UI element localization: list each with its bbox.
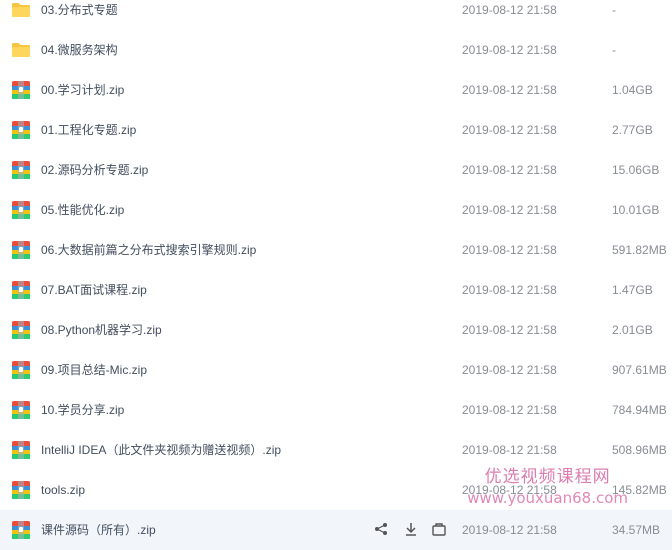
file-row[interactable]: 04.微服务架构 2019-08-12 21:58 - <box>0 30 672 70</box>
file-row[interactable]: 02.源码分析专题.zip 2019-08-12 21:58 15.06GB <box>0 150 672 190</box>
file-list: 03.分布式专题 2019-08-12 21:58 - 04.微服务架构 2019-08… <box>0 0 672 550</box>
file-name[interactable]: 01.工程化专题.zip <box>41 110 136 150</box>
file-size: - <box>612 3 616 17</box>
file-row[interactable]: 05.性能优化.zip 2019-08-12 21:58 10.01GB <box>0 190 672 230</box>
folder-icon <box>11 40 31 60</box>
file-date: 2019-08-12 21:58 <box>462 43 557 57</box>
file-date: 2019-08-12 21:58 <box>462 443 557 457</box>
file-name[interactable]: IntelliJ IDEA（此文件夹视频为赠送视频）.zip <box>41 430 281 470</box>
file-row[interactable]: IntelliJ IDEA（此文件夹视频为赠送视频）.zip 2019-08-12… <box>0 430 672 470</box>
file-date: 2019-08-12 21:58 <box>462 203 557 217</box>
zip-archive-icon <box>11 120 31 140</box>
file-name[interactable]: 02.源码分析专题.zip <box>41 150 148 190</box>
file-size: 2.01GB <box>612 323 653 337</box>
file-size: 145.82MB <box>612 483 667 497</box>
file-date: 2019-08-12 21:58 <box>462 523 557 537</box>
file-row[interactable]: 01.工程化专题.zip 2019-08-12 21:58 2.77GB <box>0 110 672 150</box>
file-name[interactable]: 08.Python机器学习.zip <box>41 310 162 350</box>
file-row[interactable]: 09.项目总结-Mic.zip 2019-08-12 21:58 907.61MB <box>0 350 672 390</box>
folder-icon <box>11 0 31 20</box>
file-date: 2019-08-12 21:58 <box>462 323 557 337</box>
file-date: 2019-08-12 21:58 <box>462 123 557 137</box>
file-size: 591.82MB <box>612 243 667 257</box>
file-size: 508.96MB <box>612 443 667 457</box>
file-date: 2019-08-12 21:58 <box>462 403 557 417</box>
file-date: 2019-08-12 21:58 <box>462 483 557 497</box>
file-name[interactable]: 03.分布式专题 <box>41 0 118 30</box>
zip-archive-icon <box>11 360 31 380</box>
file-size: 10.01GB <box>612 203 660 217</box>
zip-archive-icon <box>11 520 31 540</box>
file-date: 2019-08-12 21:58 <box>462 3 557 17</box>
file-name[interactable]: 05.性能优化.zip <box>41 190 124 230</box>
file-date: 2019-08-12 21:58 <box>462 283 557 297</box>
zip-archive-icon <box>11 280 31 300</box>
file-size: 34.57MB <box>612 523 661 537</box>
file-row[interactable]: 06.大数据前篇之分布式搜索引擎规则.zip 2019-08-12 21:58 59… <box>0 230 672 270</box>
zip-archive-icon <box>11 80 31 100</box>
file-name[interactable]: 10.学员分享.zip <box>41 390 124 430</box>
file-name[interactable]: 04.微服务架构 <box>41 30 118 70</box>
file-row[interactable]: 08.Python机器学习.zip 2019-08-12 21:58 2.01GB <box>0 310 672 350</box>
zip-archive-icon <box>11 320 31 340</box>
download-icon[interactable] <box>404 522 418 536</box>
file-size: - <box>612 43 616 57</box>
zip-archive-icon <box>11 240 31 260</box>
file-size: 784.94MB <box>612 403 667 417</box>
file-size: 1.47GB <box>612 283 653 297</box>
zip-archive-icon <box>11 400 31 420</box>
file-name[interactable]: 00.学习计划.zip <box>41 70 124 110</box>
file-row[interactable]: 00.学习计划.zip 2019-08-12 21:58 1.04GB <box>0 70 672 110</box>
file-name[interactable]: 课件源码（所有）.zip <box>41 510 156 550</box>
zip-archive-icon <box>11 160 31 180</box>
zip-archive-icon <box>11 480 31 500</box>
file-row[interactable]: 07.BAT面试课程.zip 2019-08-12 21:58 1.47GB <box>0 270 672 310</box>
file-date: 2019-08-12 21:58 <box>462 163 557 177</box>
zip-archive-icon <box>11 200 31 220</box>
file-row[interactable]: tools.zip 2019-08-12 21:58 145.82MB <box>0 470 672 510</box>
file-size: 2.77GB <box>612 123 653 137</box>
zip-archive-icon <box>11 440 31 460</box>
file-name[interactable]: 07.BAT面试课程.zip <box>41 270 147 310</box>
file-size: 907.61MB <box>612 363 667 377</box>
file-size: 15.06GB <box>612 163 660 177</box>
file-date: 2019-08-12 21:58 <box>462 243 557 257</box>
file-name[interactable]: tools.zip <box>41 470 85 510</box>
file-date: 2019-08-12 21:58 <box>462 363 557 377</box>
file-name[interactable]: 09.项目总结-Mic.zip <box>41 350 147 390</box>
file-row[interactable]: 10.学员分享.zip 2019-08-12 21:58 784.94MB <box>0 390 672 430</box>
file-row[interactable]: 课件源码（所有）.zip 2019-08-12 21:58 34.57MB <box>0 510 672 550</box>
share-icon[interactable] <box>374 522 388 536</box>
file-date: 2019-08-12 21:58 <box>462 83 557 97</box>
more-icon[interactable] <box>432 522 446 536</box>
row-actions <box>374 510 454 550</box>
file-name[interactable]: 06.大数据前篇之分布式搜索引擎规则.zip <box>41 230 256 270</box>
file-row[interactable]: 03.分布式专题 2019-08-12 21:58 - <box>0 0 672 30</box>
file-size: 1.04GB <box>612 83 653 97</box>
